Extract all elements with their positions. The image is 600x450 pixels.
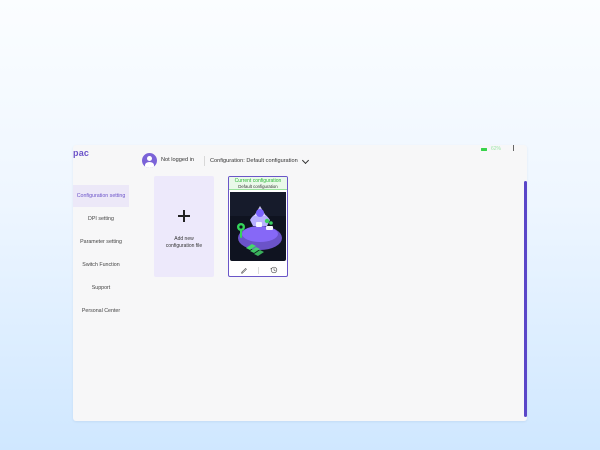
add-configuration-label-line-2: configuration file [165, 242, 203, 249]
add-configuration-card[interactable]: Add new configuration file [154, 176, 214, 277]
sidebar-item-personal-center[interactable]: Personal Center [73, 300, 129, 322]
sidebar-item-support[interactable]: Support [73, 277, 129, 299]
header-divider [204, 156, 205, 166]
sidebar-item-configuration-setting[interactable]: Configuration setting [73, 185, 129, 207]
current-configuration-header: Current configuration Default configurat… [229, 177, 287, 190]
plus-icon [178, 210, 190, 222]
battery-icon [481, 148, 487, 151]
sidebar: Configuration setting DPI setting Parame… [73, 185, 129, 335]
app-logo: pac [73, 148, 90, 158]
sidebar-item-label: DPI setting [88, 216, 114, 222]
current-configuration-card[interactable]: Current configuration Default configurat… [228, 176, 288, 277]
app-window: pac Not logged in Configuration: Default… [73, 145, 527, 421]
chevron-down-icon [301, 156, 309, 164]
current-configuration-subtitle: Default configuration [238, 184, 278, 189]
vertical-scrollbar[interactable] [524, 181, 527, 417]
avatar-shoulders [145, 162, 154, 168]
window-control[interactable] [513, 145, 522, 151]
sidebar-item-label: Personal Center [81, 308, 121, 314]
sidebar-item-dpi-setting[interactable]: DPI setting [73, 208, 129, 230]
login-status[interactable]: Not logged in [161, 157, 194, 163]
sidebar-item-label: Configuration setting [76, 193, 126, 199]
card-action-divider [258, 267, 259, 274]
top-bar: pac Not logged in Configuration: Default… [73, 145, 527, 177]
sidebar-item-label: Switch Function [82, 262, 120, 268]
sidebar-item-parameter-setting[interactable]: Parameter setting [73, 231, 129, 253]
add-configuration-label: Add new configuration file [154, 236, 214, 249]
sidebar-item-label: Support [91, 285, 111, 291]
avatar-head [147, 156, 152, 161]
history-icon[interactable] [270, 266, 278, 274]
configuration-select[interactable]: Configuration: Default configuration [210, 155, 309, 167]
configuration-illustration [230, 192, 286, 261]
battery-text: 62% [491, 146, 502, 152]
avatar[interactable] [142, 153, 157, 168]
configuration-select-label: Configuration: Default configuration [210, 158, 298, 164]
edit-icon[interactable] [240, 266, 248, 274]
sidebar-item-switch-function[interactable]: Switch Function [73, 254, 129, 276]
sidebar-item-label: Parameter setting [80, 239, 122, 245]
